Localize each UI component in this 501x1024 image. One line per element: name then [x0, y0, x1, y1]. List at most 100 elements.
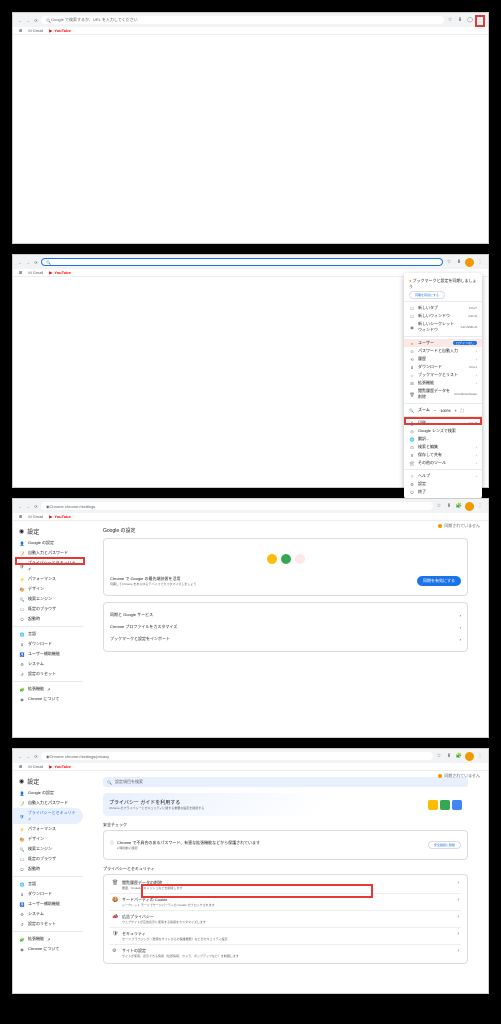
puzzle-icon[interactable]: 🧩	[455, 752, 463, 760]
menu-bookmarks[interactable]: ☆ブックマークとリスト›	[404, 371, 482, 379]
sidebar-item-extensions[interactable]: 🧩拡張機能 ↗	[13, 684, 83, 694]
bookmark-gmail[interactable]: M Gmail	[28, 270, 43, 275]
sidebar-item-startup[interactable]: ⏻起動時	[13, 614, 83, 624]
menu-lens[interactable]: ◎Google レンズで検索	[404, 427, 482, 435]
reload-button[interactable]: ⟳	[33, 259, 39, 265]
bookmark-youtube[interactable]: ▶ YouTube	[49, 270, 71, 275]
account-icon[interactable]: ◯	[466, 16, 474, 24]
profile-avatar[interactable]	[465, 258, 474, 267]
extensions-icon[interactable]: ☆	[446, 16, 454, 24]
apps-button[interactable]: ⊞	[19, 28, 22, 33]
sidebar-item-google[interactable]: 👤Google の設定	[13, 788, 83, 798]
sidebar-item-default[interactable]: ☐既定のブラウザ	[13, 604, 83, 614]
address-bar[interactable]: 🔍	[41, 258, 443, 266]
download-icon[interactable]: ⬇	[445, 752, 453, 760]
back-button[interactable]: ←	[17, 259, 23, 265]
row-ad-privacy[interactable]: 📣 広告プライバシーウェブサイトが広告表示に使用する情報をカスタマイズします ›	[110, 910, 461, 927]
sidebar-item-performance[interactable]: ⚡パフォーマンス	[13, 574, 83, 584]
sidebar-item-appearance[interactable]: 🎨デザイン	[13, 834, 83, 844]
safety-check-button[interactable]: 安全確認に移動	[428, 841, 461, 849]
menu-passwords[interactable]: ⊙パスワードと自動入力›	[404, 347, 482, 355]
menu-extensions[interactable]: ⊞拡張機能›	[404, 379, 482, 387]
sidebar-item-system[interactable]: ⚙システム	[13, 659, 83, 669]
extensions-icon[interactable]: ☆	[435, 752, 443, 760]
menu-button[interactable]: ⋮	[476, 752, 484, 760]
bookmark-gmail[interactable]: M Gmail	[28, 28, 43, 33]
row-customize-profile[interactable]: Chrome プロファイルをカスタマイズ›	[110, 621, 461, 633]
sync-status[interactable]: 同期されていません	[438, 773, 480, 779]
back-button[interactable]: ←	[17, 503, 23, 509]
sidebar-item-a11y[interactable]: ♿ユーザー補助機能	[13, 649, 83, 659]
menu-settings[interactable]: ⚙設定	[404, 480, 482, 488]
puzzle-icon[interactable]: 🧩	[455, 502, 463, 510]
sidebar-item-performance[interactable]: ⚡パフォーマンス	[13, 824, 83, 834]
sidebar-item-about[interactable]: ◉Chrome について	[13, 944, 83, 954]
bookmark-youtube[interactable]: ▶ YouTube	[49, 514, 71, 519]
sidebar-item-privacy[interactable]: 🛡プライバシーとセキュリティ	[13, 808, 83, 824]
apps-button[interactable]: ⊞	[19, 514, 22, 519]
profile-avatar[interactable]	[465, 502, 474, 511]
forward-button[interactable]: →	[25, 503, 31, 509]
reload-button[interactable]: ⟳	[33, 17, 39, 23]
back-button[interactable]: ←	[17, 17, 23, 23]
reload-button[interactable]: ⟳	[33, 753, 39, 759]
menu-new-window[interactable]: ☐新しいウィンドウCtrl+N	[404, 312, 482, 320]
apps-button[interactable]: ⊞	[19, 764, 22, 769]
download-icon[interactable]: ⬇	[455, 258, 463, 266]
sidebar-item-extensions[interactable]: 🧩拡張機能 ↗	[13, 934, 83, 944]
bookmark-youtube[interactable]: ▶ YouTube	[49, 28, 71, 33]
back-button[interactable]: ←	[17, 753, 23, 759]
sidebar-item-search[interactable]: 🔍検索エンジン	[13, 594, 83, 604]
reload-button[interactable]: ⟳	[33, 503, 39, 509]
sidebar-item-languages[interactable]: 🌐言語	[13, 629, 83, 639]
sidebar-item-system[interactable]: ⚙システム	[13, 909, 83, 919]
settings-search[interactable]: 🔍 設定項目を検索	[103, 777, 468, 787]
sidebar-item-autofill[interactable]: 📝自動入力とパスワード	[13, 798, 83, 808]
menu-new-tab[interactable]: ☐新しいタブCtrl+T	[404, 304, 482, 312]
zoom-in[interactable]: +	[454, 408, 456, 413]
row-security[interactable]: 🛡 セキュリティセーフ ブラウジング（危険なサイトからの保護機能）などのセキュリ…	[110, 927, 461, 944]
privacy-guide-card[interactable]: プライバシー ガイドを利用する Chrome のプライバシーとセキュリティに関す…	[103, 793, 468, 816]
sync-status[interactable]: 同期されていません	[438, 523, 480, 529]
forward-button[interactable]: →	[25, 259, 31, 265]
bookmark-youtube[interactable]: ▶ YouTube	[49, 764, 71, 769]
menu-save-share[interactable]: ⬆保存して共有›	[404, 451, 482, 459]
enable-sync-button[interactable]: 同期を有効にする	[417, 576, 461, 586]
download-icon[interactable]: ⬇	[445, 502, 453, 510]
apps-button[interactable]: ⊞	[19, 270, 22, 275]
extensions-icon[interactable]: ☆	[445, 258, 453, 266]
menu-button[interactable]: ⋮	[476, 502, 484, 510]
menu-history[interactable]: ⟲履歴›	[404, 355, 482, 363]
enable-sync-button[interactable]: 同期を有効にする	[409, 291, 445, 299]
address-bar[interactable]: ◉ Chrome chrome://settings	[41, 502, 433, 510]
extensions-icon[interactable]: ☆	[435, 502, 443, 510]
menu-find[interactable]: ⊡検索と編集›	[404, 443, 482, 451]
sidebar-item-google[interactable]: 👤Google の設定	[13, 538, 83, 548]
menu-exit[interactable]: ⏻終了	[404, 488, 482, 496]
fullscreen[interactable]: ⛶	[461, 408, 464, 413]
sidebar-item-languages[interactable]: 🌐言語	[13, 879, 83, 889]
forward-button[interactable]: →	[25, 17, 31, 23]
menu-more-tools[interactable]: 🛠その他のツール›	[404, 459, 482, 467]
menu-incognito[interactable]: ◉新しいシークレット ウィンドウCtrl+Shift+N	[404, 320, 482, 334]
menu-clear-data[interactable]: 🗑閲覧履歴データを削除Ctrl+Shift+Delete	[404, 387, 482, 401]
menu-help[interactable]: ?ヘルプ›	[404, 472, 482, 480]
sidebar-item-reset[interactable]: ↺設定のリセット	[13, 919, 83, 929]
row-site-settings[interactable]: ⚙ サイトの設定サイトが使用、表示できる情報（位置情報、カメラ、ポップアップなど…	[110, 944, 461, 961]
forward-button[interactable]: →	[25, 753, 31, 759]
row-sync-services[interactable]: 同期と Google サービス›	[110, 609, 461, 621]
sidebar-item-about[interactable]: ◉Chrome について	[13, 694, 83, 704]
address-bar[interactable]: 🔍 Google で検索するか、URL を入力してください	[41, 16, 444, 24]
sidebar-item-search[interactable]: 🔍検索エンジン	[13, 844, 83, 854]
profile-avatar[interactable]	[465, 752, 474, 761]
sidebar-item-downloads[interactable]: ⬇ダウンロード	[13, 889, 83, 899]
sidebar-item-reset[interactable]: ↺設定のリセット	[13, 669, 83, 679]
menu-downloads[interactable]: ⬇ダウンロードCtrl+J	[404, 363, 482, 371]
row-import[interactable]: ブックマークと設定をインポート›	[110, 633, 461, 645]
menu-profile[interactable]: ●ユーザーログインなし	[404, 339, 482, 347]
download-icon[interactable]: ⬇	[456, 16, 464, 24]
sidebar-item-downloads[interactable]: ⬇ダウンロード	[13, 639, 83, 649]
sidebar-item-a11y[interactable]: ♿ユーザー補助機能	[13, 899, 83, 909]
sidebar-item-appearance[interactable]: 🎨デザイン	[13, 584, 83, 594]
menu-translate[interactable]: 🌐翻訳...	[404, 435, 482, 443]
